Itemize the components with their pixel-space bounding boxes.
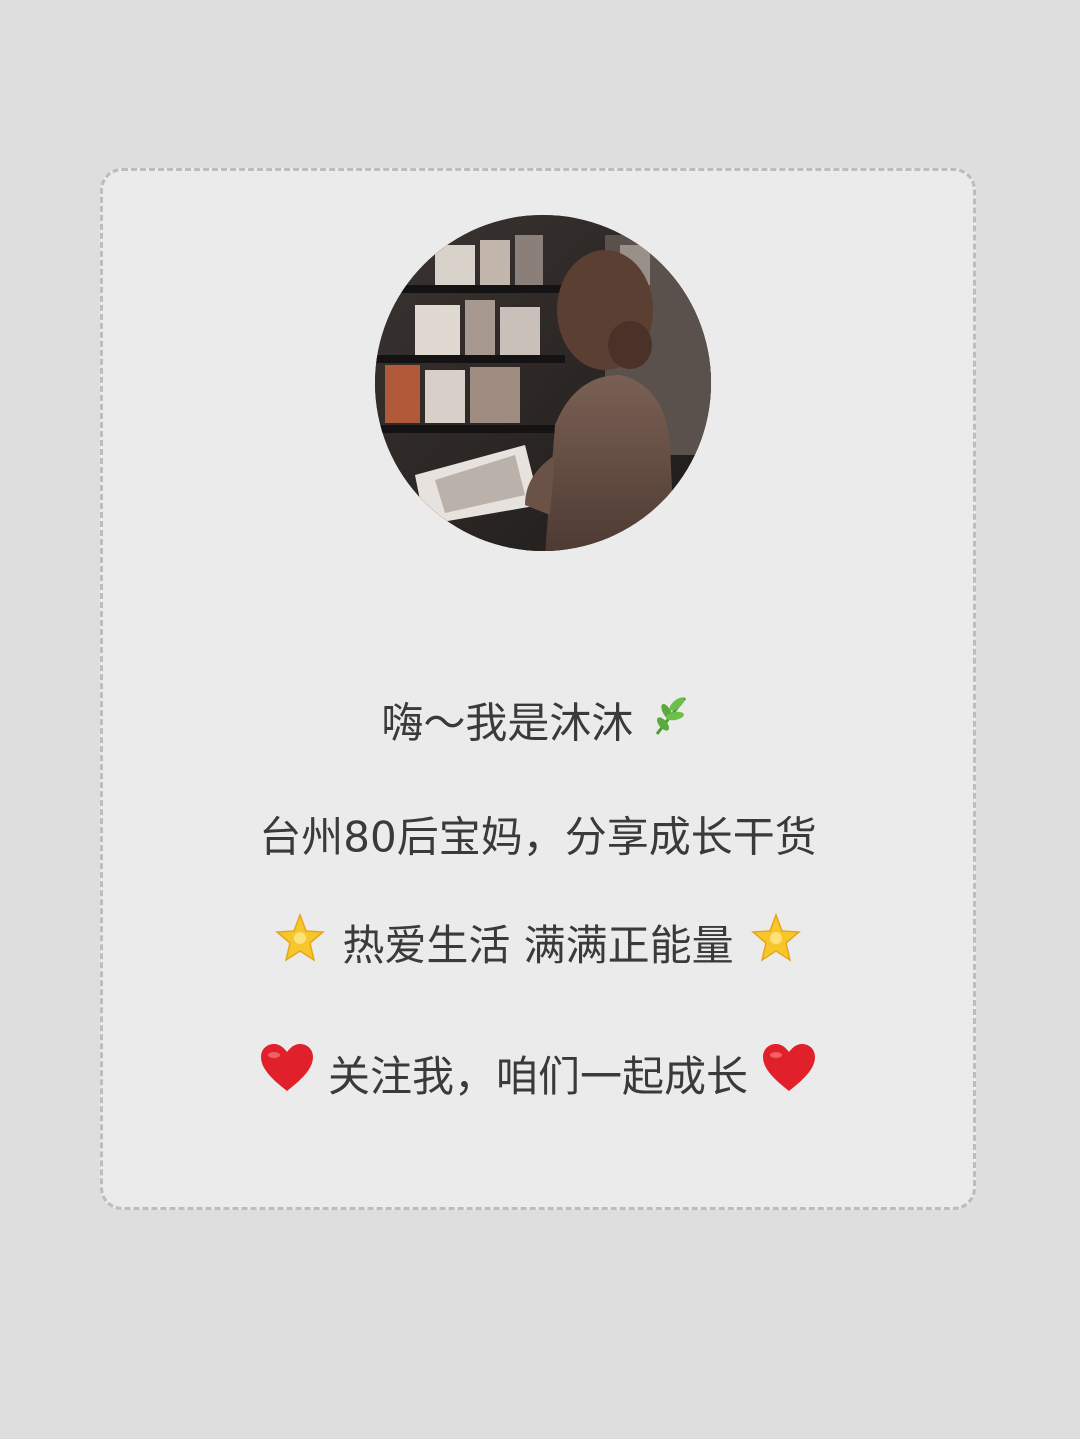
profile-card: 嗨～我是沐沐 台州80后宝妈，分享成长干货 热爱生活 满满正能量 关注我，咱们一… <box>100 168 976 1210</box>
star-icon <box>747 909 805 983</box>
herb-icon <box>647 692 695 756</box>
greeting-text: 嗨～我是沐沐 <box>381 698 634 748</box>
avatar <box>375 215 711 551</box>
follow-text: 关注我，咱们一起成长 <box>327 1052 748 1101</box>
heart-icon <box>761 1043 817 1111</box>
intro-text: 台州80后宝妈，分享成长干货 <box>259 812 817 862</box>
motto-text: 热爱生活 满满正能量 <box>342 921 734 970</box>
follow-line: 关注我，咱们一起成长 <box>103 1043 973 1111</box>
greeting-line: 嗨～我是沐沐 <box>103 691 973 756</box>
intro-line: 台州80后宝妈，分享成长干货 <box>103 805 973 868</box>
motto-line: 热爱生活 满满正能量 <box>103 909 973 983</box>
heart-icon <box>259 1043 315 1111</box>
avatar-photo <box>375 215 711 551</box>
star-icon <box>271 909 329 983</box>
